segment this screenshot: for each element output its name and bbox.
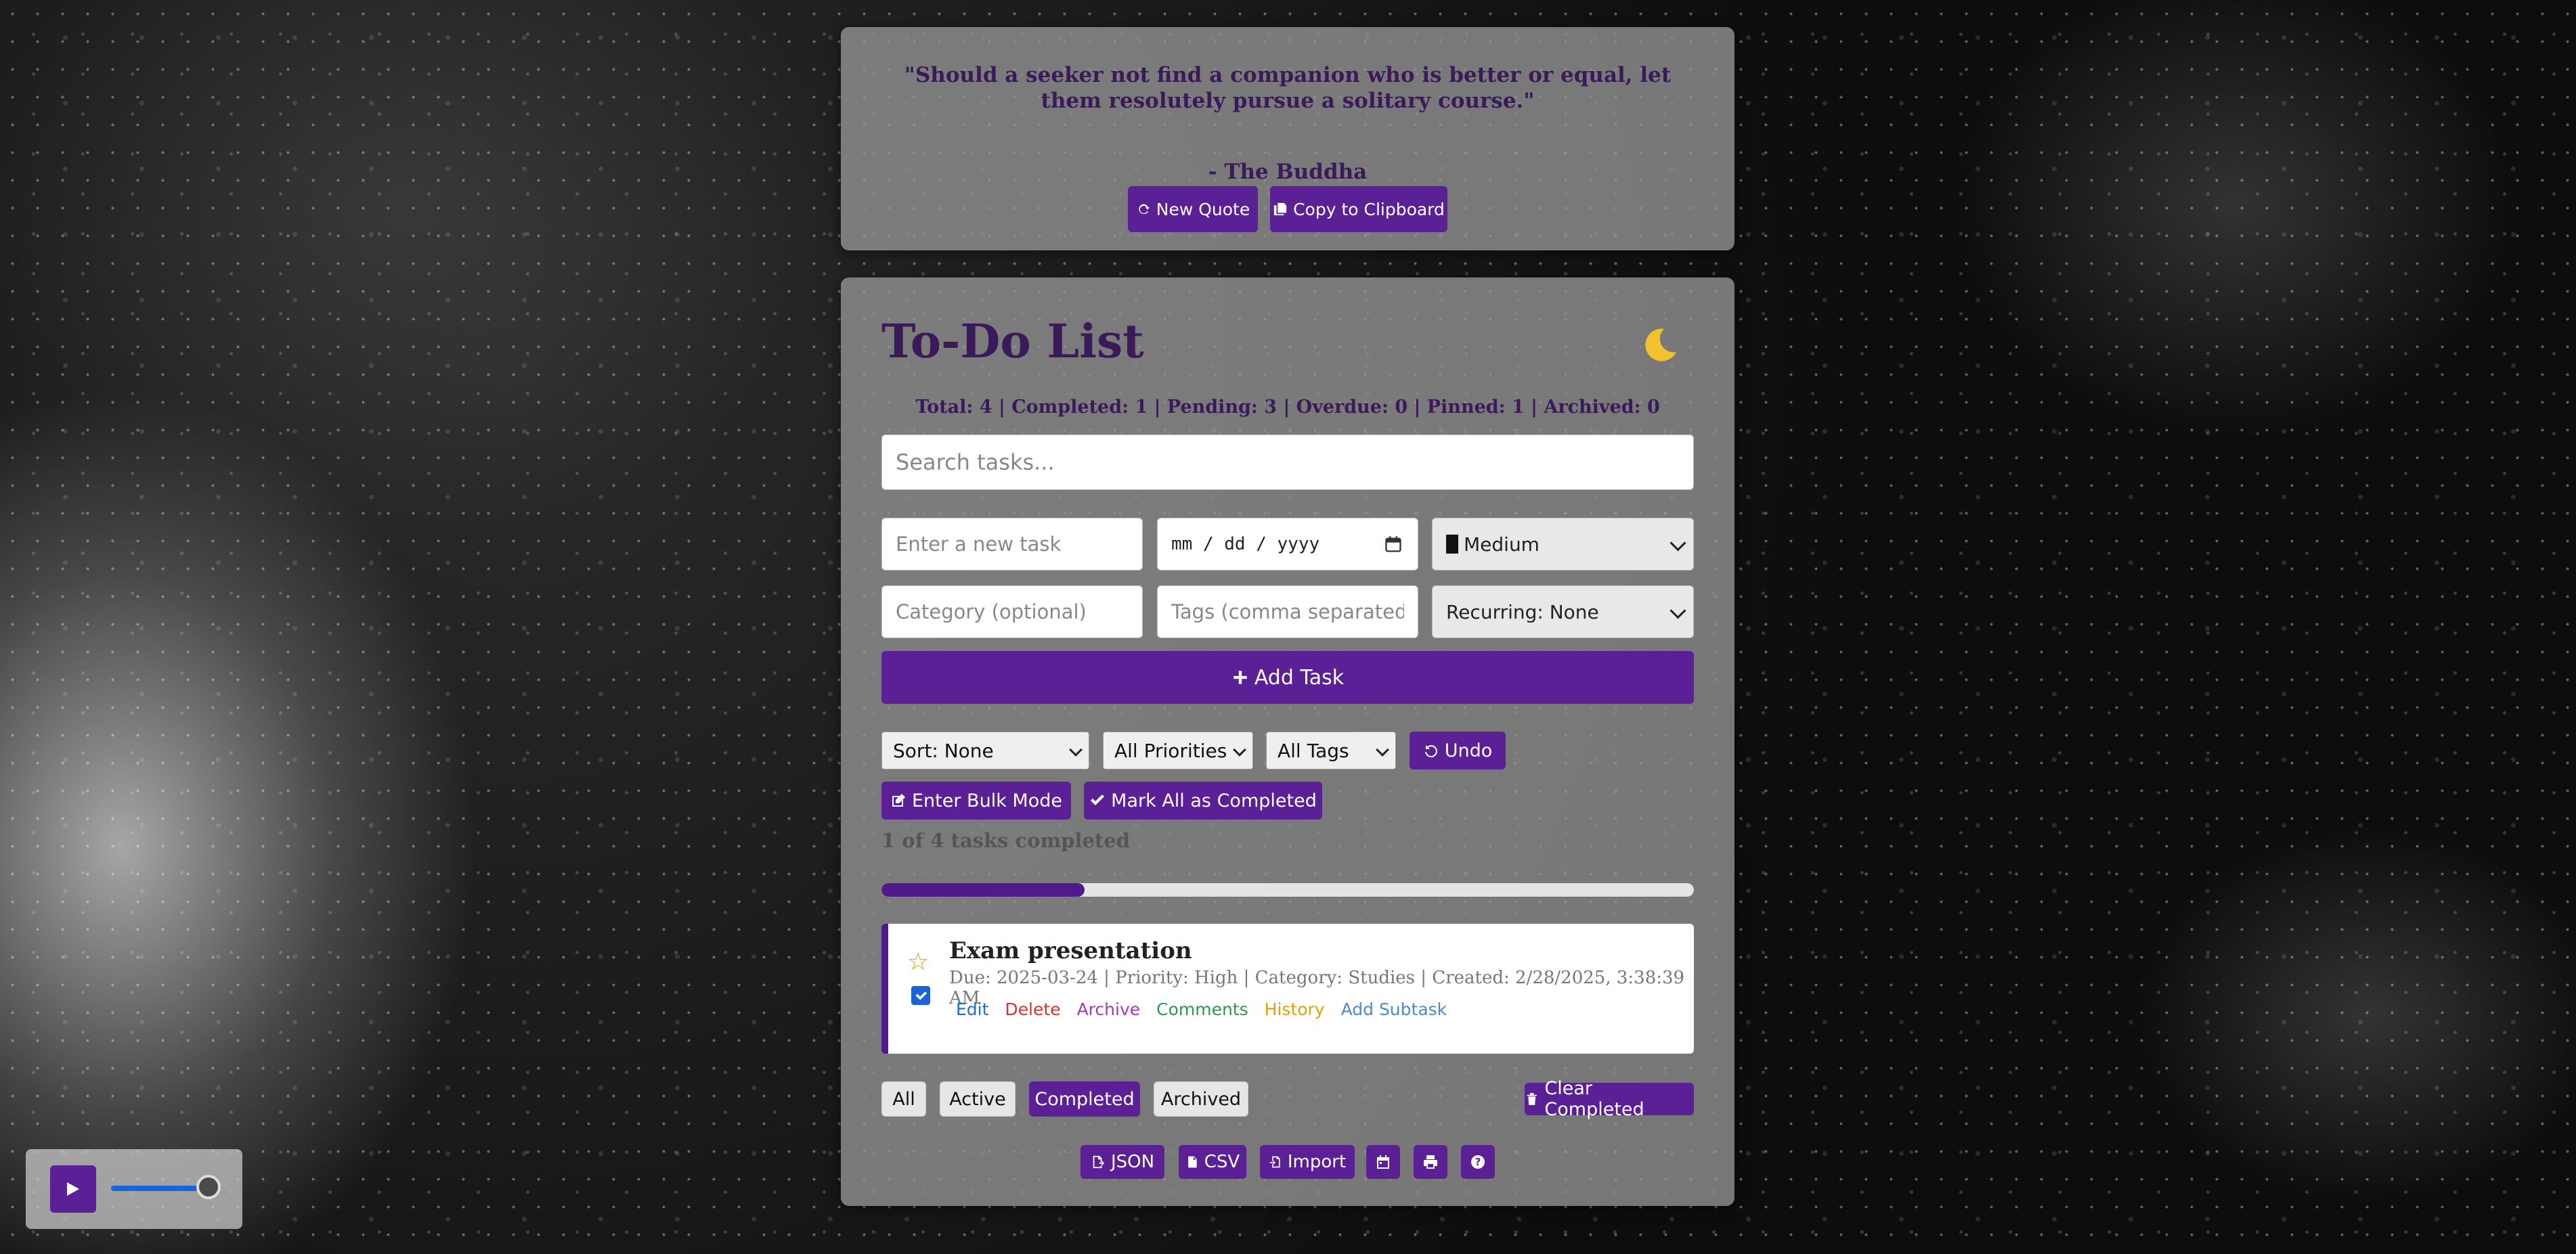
task-checkbox[interactable] [911,986,930,1005]
json-label: JSON [1110,1152,1155,1172]
filter-archived-button[interactable]: Archived [1154,1081,1248,1117]
calendar-button[interactable] [1366,1145,1400,1179]
svg-text:?: ? [1475,1156,1481,1168]
play-icon [67,1182,79,1196]
print-button[interactable] [1414,1145,1447,1179]
task-history-link[interactable]: History [1265,1000,1325,1019]
task-stats: Total: 4 | Completed: 1 | Pending: 3 | O… [915,397,1660,418]
print-icon [1424,1155,1437,1169]
export-json-button[interactable]: JSON [1080,1145,1164,1179]
task-archive-link[interactable]: Archive [1077,1000,1141,1019]
new-task-input[interactable] [881,518,1143,570]
filter-active-button[interactable]: Active [940,1081,1016,1117]
file-csv-icon [1187,1156,1197,1168]
add-task-button[interactable]: Add Task [881,651,1694,704]
chevron-down-icon [1233,743,1246,757]
recurring-value: Recurring: None [1446,600,1599,623]
task-item[interactable]: ☆ Exam presentation Due: 2025-03-24 | Pr… [881,924,1694,1054]
export-csv-button[interactable]: CSV [1179,1145,1246,1179]
sort-select[interactable]: Sort: None [881,732,1089,769]
trash-icon [1527,1093,1537,1105]
calendar-icon [1377,1155,1389,1169]
edit-icon [892,794,905,807]
copy-clipboard-button[interactable]: Copy to Clipboard [1270,186,1447,232]
progress-fill [881,883,1085,897]
priority-filter-value: All Priorities [1114,739,1227,762]
plus-icon [1234,671,1247,684]
tags-filter-value: All Tags [1278,739,1349,762]
bulk-mode-button[interactable]: Enter Bulk Mode [881,782,1071,820]
star-icon[interactable]: ☆ [907,948,929,976]
help-button[interactable]: ? [1461,1145,1495,1179]
progress-text: 1 of 4 tasks completed [881,829,1131,852]
chevron-down-icon [1376,743,1389,757]
add-task-label: Add Task [1254,665,1345,690]
calendar-icon[interactable] [1384,535,1403,554]
chevron-down-icon [1669,602,1686,619]
mark-all-completed-button[interactable]: Mark All as Completed [1084,782,1322,820]
page-title: To-Do List [881,315,1144,369]
question-icon: ? [1471,1155,1485,1169]
filter-completed-button[interactable]: Completed [1029,1081,1140,1117]
priority-select[interactable]: Medium [1432,518,1694,570]
quote-author: - The Buddha [1208,160,1368,184]
quote-text: "Should a seeker not find a companion wh… [904,63,1672,113]
category-input[interactable] [881,585,1143,638]
sort-value: Sort: None [893,739,994,762]
task-comments-link[interactable]: Comments [1156,1000,1248,1019]
undo-label: Undo [1444,740,1493,761]
copy-icon [1273,202,1287,216]
double-check-icon [1091,794,1105,805]
priority-filter-select[interactable]: All Priorities [1103,732,1253,769]
refresh-icon [1139,204,1150,215]
chevron-down-icon [1069,743,1083,757]
task-title: Exam presentation [949,937,1192,964]
clear-completed-button[interactable]: Clear Completed [1525,1078,1694,1120]
bulk-mode-label: Enter Bulk Mode [912,790,1062,811]
task-edit-link[interactable]: Edit [956,1000,988,1019]
search-input[interactable] [881,434,1694,490]
check-icon [915,991,927,1000]
todo-panel: To-Do List Total: 4 | Completed: 1 | Pen… [841,277,1734,1206]
csv-label: CSV [1204,1152,1240,1172]
mark-all-label: Mark All as Completed [1111,790,1317,811]
date-placeholder: mm / dd / yyyy [1171,534,1320,554]
audio-player [26,1149,242,1229]
new-quote-button[interactable]: New Quote [1128,186,1258,232]
play-button[interactable] [50,1165,96,1213]
quote-panel: "Should a seeker not find a companion wh… [841,27,1734,250]
moon-icon[interactable] [1640,325,1680,365]
task-add-subtask-link[interactable]: Add Subtask [1341,1000,1447,1019]
import-button[interactable]: Import [1260,1145,1355,1179]
tags-input[interactable] [1157,585,1418,638]
undo-icon [1424,745,1437,758]
priority-swatch [1446,535,1458,554]
clear-completed-label: Clear Completed [1544,1078,1644,1120]
filter-all-button[interactable]: All [881,1081,926,1117]
due-date-input[interactable]: mm / dd / yyyy [1157,518,1418,570]
import-label: Import [1287,1152,1347,1172]
file-import-icon [1269,1156,1280,1168]
undo-button[interactable]: Undo [1410,732,1506,769]
priority-value: Medium [1464,533,1540,556]
task-actions: Edit Delete Archive Comments History Add… [956,1000,1447,1019]
chevron-down-icon [1669,535,1686,552]
volume-slider-thumb[interactable] [196,1175,221,1199]
progress-bar [881,883,1694,897]
new-quote-label: New Quote [1156,199,1250,219]
tags-filter-select[interactable]: All Tags [1266,732,1396,769]
task-delete-link[interactable]: Delete [1005,1000,1060,1019]
recurring-select[interactable]: Recurring: None [1432,585,1694,638]
copy-label: Copy to Clipboard [1293,199,1445,219]
file-export-icon [1093,1155,1105,1169]
